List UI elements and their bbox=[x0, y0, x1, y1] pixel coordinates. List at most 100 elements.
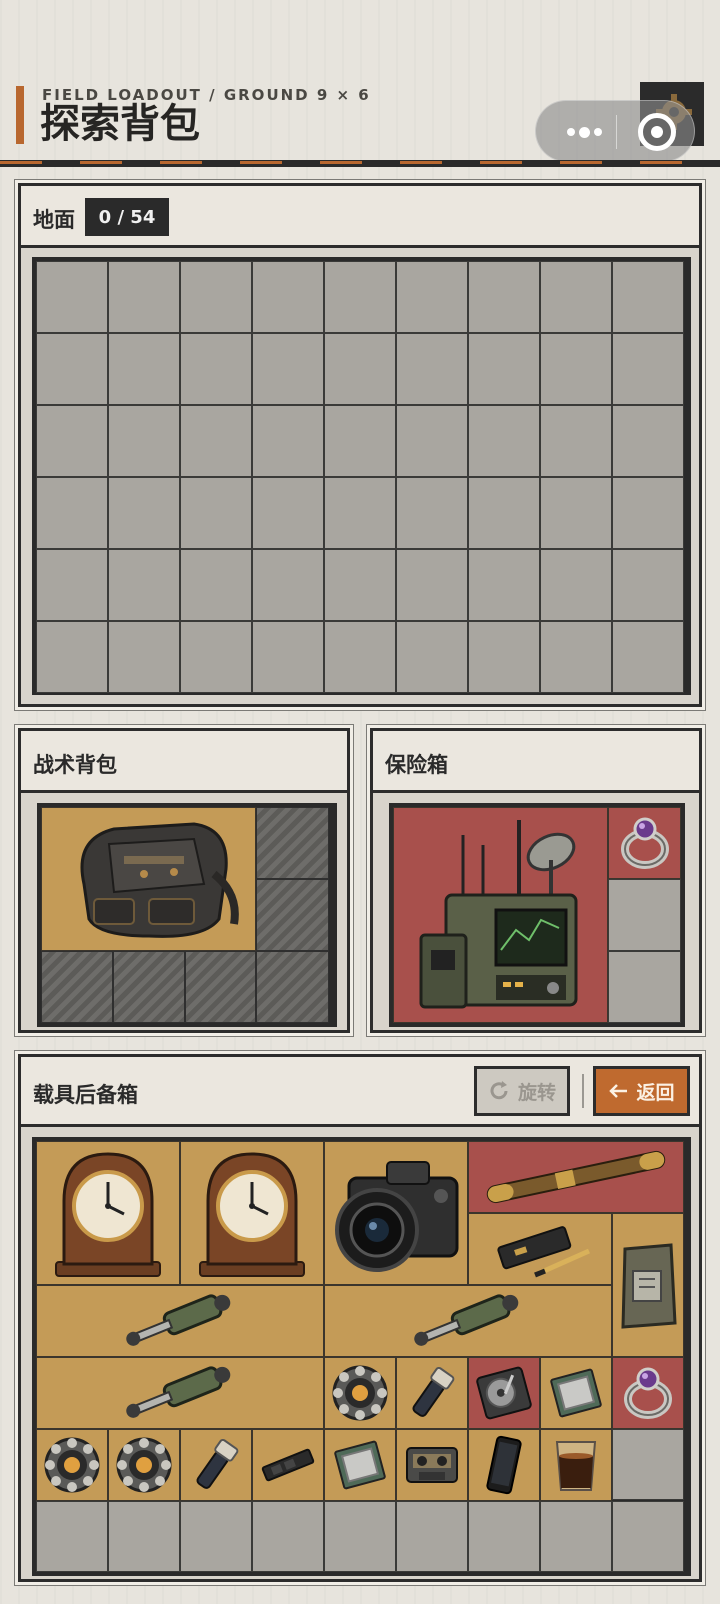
ground-slot[interactable] bbox=[324, 261, 396, 333]
ground-slot[interactable] bbox=[396, 333, 468, 405]
ground-slot[interactable] bbox=[468, 261, 540, 333]
ground-slot[interactable] bbox=[612, 333, 684, 405]
ground-slot[interactable] bbox=[36, 405, 108, 477]
flashlight-icon bbox=[196, 1438, 239, 1489]
ground-slot[interactable] bbox=[468, 405, 540, 477]
empty-slot[interactable] bbox=[324, 1501, 396, 1572]
ground-slot[interactable] bbox=[108, 621, 180, 693]
ground-slot[interactable] bbox=[468, 621, 540, 693]
ground-slot[interactable] bbox=[108, 477, 180, 549]
ground-slot[interactable] bbox=[252, 621, 324, 693]
trunk-item-hydraulic-cylinder-1[interactable] bbox=[36, 1285, 324, 1357]
ground-slot[interactable] bbox=[180, 333, 252, 405]
ground-slot[interactable] bbox=[396, 261, 468, 333]
more-options-button[interactable] bbox=[556, 118, 612, 146]
rotate-button[interactable]: 旋转 bbox=[474, 1066, 570, 1116]
trunk-item-bearing-2[interactable] bbox=[36, 1429, 108, 1501]
ground-slot[interactable] bbox=[36, 549, 108, 621]
ground-slot[interactable] bbox=[324, 621, 396, 693]
ground-slot[interactable] bbox=[252, 333, 324, 405]
trunk-item-espresso-glass[interactable] bbox=[540, 1429, 612, 1501]
ground-slot[interactable] bbox=[612, 405, 684, 477]
empty-slot[interactable] bbox=[396, 1501, 468, 1572]
ground-slot[interactable] bbox=[180, 477, 252, 549]
ground-slot[interactable] bbox=[324, 549, 396, 621]
ground-slot[interactable] bbox=[540, 333, 612, 405]
ground-slot[interactable] bbox=[180, 549, 252, 621]
trunk-item-flashlight-1[interactable] bbox=[396, 1357, 468, 1429]
back-button[interactable]: 返回 bbox=[593, 1066, 690, 1116]
trunk-item-cpu-chip-2[interactable] bbox=[324, 1429, 396, 1501]
empty-slot[interactable] bbox=[180, 1501, 252, 1572]
ground-slot[interactable] bbox=[468, 549, 540, 621]
trunk-item-bearing-3[interactable] bbox=[108, 1429, 180, 1501]
empty-slot[interactable] bbox=[540, 1501, 612, 1572]
ground-slot[interactable] bbox=[180, 261, 252, 333]
empty-slot[interactable] bbox=[108, 1501, 180, 1572]
ground-slot[interactable] bbox=[252, 477, 324, 549]
ground-slot[interactable] bbox=[612, 261, 684, 333]
ground-slot[interactable] bbox=[252, 549, 324, 621]
trunk-item-smartphone[interactable] bbox=[468, 1429, 540, 1501]
ground-slot[interactable] bbox=[396, 477, 468, 549]
empty-slot[interactable] bbox=[468, 1501, 540, 1572]
trunk-item-hydraulic-cylinder-3[interactable] bbox=[36, 1357, 324, 1429]
ground-slot[interactable] bbox=[36, 333, 108, 405]
bearing-icon bbox=[116, 1437, 172, 1493]
ground-slot[interactable] bbox=[252, 405, 324, 477]
ground-slot[interactable] bbox=[252, 261, 324, 333]
ground-slot[interactable] bbox=[468, 333, 540, 405]
trunk-item-bearing-1[interactable] bbox=[324, 1357, 396, 1429]
safebox-panel: 保险箱 bbox=[370, 728, 702, 1033]
ground-slot[interactable] bbox=[108, 261, 180, 333]
trunk-item-ornate-rod[interactable] bbox=[468, 1141, 684, 1213]
trunk-item-pen-case[interactable] bbox=[468, 1213, 612, 1285]
safebox-item-gem-ring[interactable] bbox=[608, 807, 681, 879]
trunk-item-mantel-clock-2[interactable] bbox=[180, 1141, 324, 1285]
ground-slot[interactable] bbox=[396, 621, 468, 693]
ground-slot[interactable] bbox=[324, 405, 396, 477]
ground-slot[interactable] bbox=[540, 261, 612, 333]
empty-slot[interactable] bbox=[608, 951, 681, 1023]
ground-slot[interactable] bbox=[108, 549, 180, 621]
ground-slot[interactable] bbox=[36, 261, 108, 333]
trunk-item-flashlight-2[interactable] bbox=[180, 1429, 252, 1501]
ground-slot[interactable] bbox=[324, 477, 396, 549]
ground-slot[interactable] bbox=[180, 405, 252, 477]
ground-slot[interactable] bbox=[324, 333, 396, 405]
empty-slot[interactable] bbox=[612, 1501, 684, 1572]
ground-slot[interactable] bbox=[36, 621, 108, 693]
empty-slot[interactable] bbox=[612, 1429, 684, 1500]
ground-slot[interactable] bbox=[396, 405, 468, 477]
ground-slot[interactable] bbox=[396, 549, 468, 621]
backpack-item-tactical-backpack[interactable] bbox=[41, 807, 256, 951]
ground-slot[interactable] bbox=[468, 477, 540, 549]
ground-slot[interactable] bbox=[540, 549, 612, 621]
trunk-item-mantel-clock-1[interactable] bbox=[36, 1141, 180, 1285]
trunk-item-ration-pack[interactable] bbox=[612, 1213, 684, 1357]
trunk-item-ssd-stick[interactable] bbox=[252, 1429, 324, 1501]
flashlight-icon bbox=[412, 1366, 455, 1417]
close-mini-program-button[interactable] bbox=[638, 113, 676, 151]
ground-slot[interactable] bbox=[612, 477, 684, 549]
trunk-item-hydraulic-cylinder-2[interactable] bbox=[324, 1285, 612, 1357]
trunk-item-dslr-camera[interactable] bbox=[324, 1141, 468, 1285]
ground-slot[interactable] bbox=[540, 621, 612, 693]
empty-slot[interactable] bbox=[36, 1501, 108, 1572]
trunk-item-hard-drive[interactable] bbox=[468, 1357, 540, 1429]
ground-title: 地面 bbox=[33, 208, 75, 232]
trunk-item-cpu-chip-1[interactable] bbox=[540, 1357, 612, 1429]
ground-slot[interactable] bbox=[612, 621, 684, 693]
empty-slot[interactable] bbox=[252, 1501, 324, 1572]
ground-slot[interactable] bbox=[540, 477, 612, 549]
ground-slot[interactable] bbox=[612, 549, 684, 621]
safebox-item-radio-station[interactable] bbox=[393, 807, 608, 1023]
trunk-item-cassette-tape[interactable] bbox=[396, 1429, 468, 1501]
ground-slot[interactable] bbox=[36, 477, 108, 549]
empty-slot[interactable] bbox=[608, 879, 681, 951]
ground-slot[interactable] bbox=[108, 333, 180, 405]
ground-slot[interactable] bbox=[108, 405, 180, 477]
ground-slot[interactable] bbox=[180, 621, 252, 693]
trunk-item-gem-ring-2[interactable] bbox=[612, 1357, 684, 1429]
ground-slot[interactable] bbox=[540, 405, 612, 477]
